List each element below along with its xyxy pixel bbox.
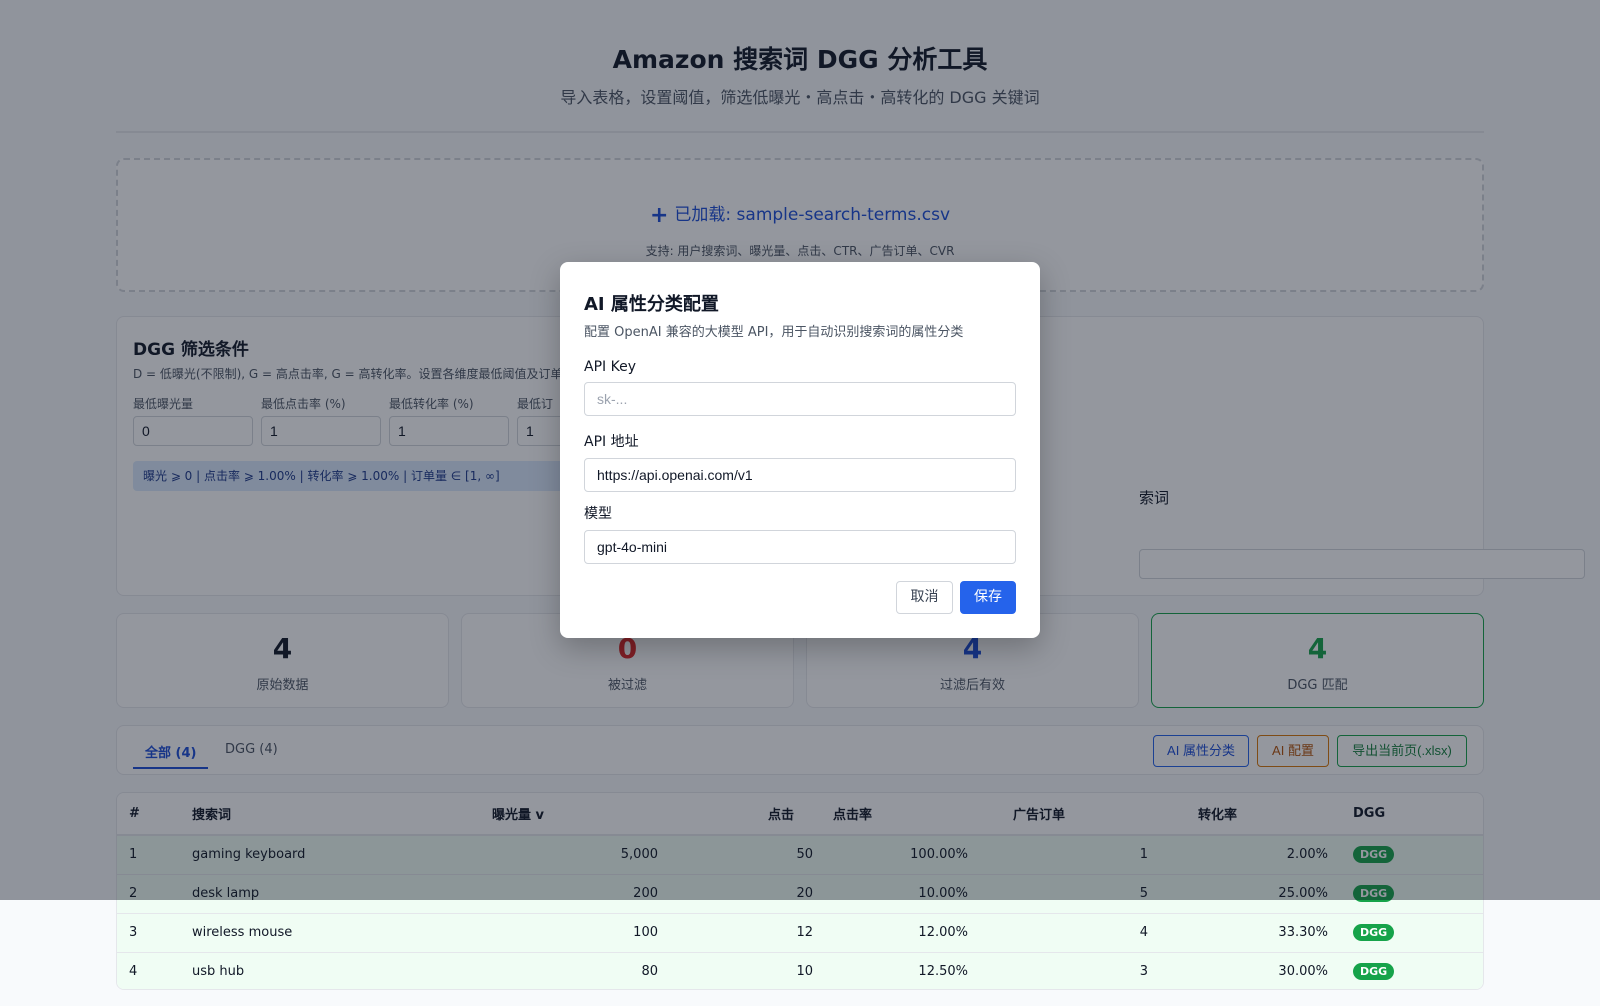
row-dgg: DGG bbox=[1328, 913, 1483, 953]
row-orders: 3 bbox=[968, 952, 1148, 989]
dgg-badge: DGG bbox=[1353, 963, 1395, 980]
row-cvr: 33.30% bbox=[1148, 913, 1328, 953]
row-orders: 4 bbox=[968, 913, 1148, 953]
row-term: wireless mouse bbox=[192, 913, 492, 953]
ai-config-dialog: AI 属性分类配置 配置 OpenAI 兼容的大模型 API，用于自动识别搜索词… bbox=[560, 262, 1040, 638]
row-impressions: 100 bbox=[492, 913, 658, 953]
row-cvr: 30.00% bbox=[1148, 952, 1328, 989]
api-url-label: API 地址 bbox=[584, 434, 639, 450]
save-button[interactable]: 保存 bbox=[960, 581, 1016, 614]
model-input[interactable] bbox=[584, 530, 1016, 564]
dialog-description: 配置 OpenAI 兼容的大模型 API，用于自动识别搜索词的属性分类 bbox=[584, 325, 964, 340]
row-impressions: 80 bbox=[492, 952, 658, 989]
api-key-input[interactable] bbox=[584, 382, 1016, 416]
dialog-title: AI 属性分类配置 bbox=[584, 294, 719, 315]
api-url-field: API 地址 bbox=[584, 431, 1016, 492]
row-clicks: 12 bbox=[658, 913, 813, 953]
row-index: 4 bbox=[117, 952, 192, 989]
api-url-input[interactable] bbox=[584, 458, 1016, 492]
page: Amazon 搜索词 DGG 分析工具 导入表格，设置阈值，筛选低曝光・高点击・… bbox=[0, 0, 1600, 1006]
model-label: 模型 bbox=[584, 506, 612, 522]
row-dgg: DGG bbox=[1328, 952, 1483, 989]
api-key-label: API Key bbox=[584, 359, 636, 375]
row-clicks: 10 bbox=[658, 952, 813, 989]
cancel-button[interactable]: 取消 bbox=[896, 581, 953, 614]
table-row[interactable]: 3 wireless mouse 100 12 12.00% 4 33.30% … bbox=[117, 913, 1483, 953]
row-ctr: 12.00% bbox=[813, 913, 968, 953]
row-index: 3 bbox=[117, 913, 192, 953]
model-field: 模型 bbox=[584, 503, 1016, 564]
row-term: usb hub bbox=[192, 952, 492, 989]
table-row[interactable]: 4 usb hub 80 10 12.50% 3 30.00% DGG bbox=[117, 952, 1483, 989]
dgg-badge: DGG bbox=[1353, 924, 1395, 941]
api-key-field: API Key bbox=[584, 359, 1016, 416]
row-ctr: 12.50% bbox=[813, 952, 968, 989]
